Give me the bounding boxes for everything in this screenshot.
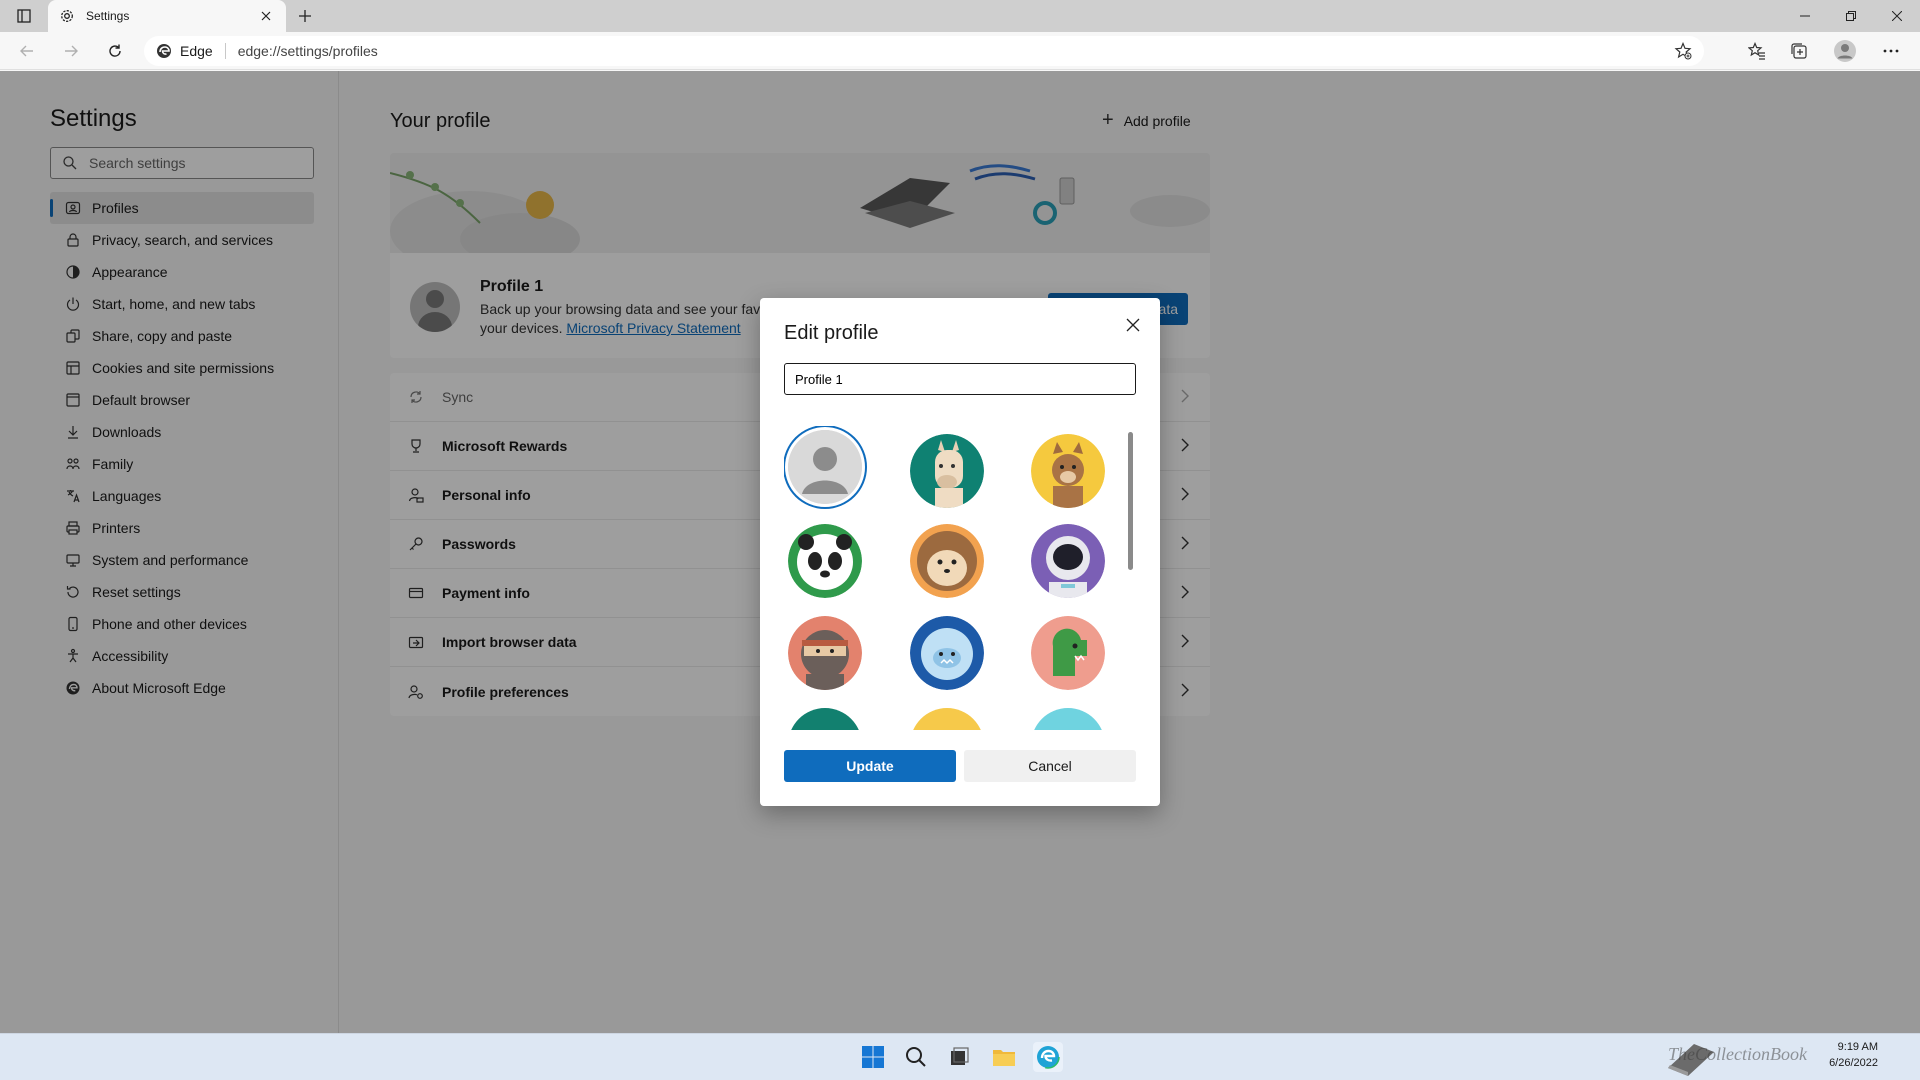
avatar-option-partial-2[interactable] (910, 708, 984, 730)
close-tab-icon[interactable] (256, 6, 276, 26)
favorites-icon (1748, 42, 1765, 60)
avatar-option-llama[interactable] (910, 434, 984, 508)
file-explorer-button[interactable] (989, 1042, 1019, 1072)
refresh-button[interactable] (100, 37, 130, 65)
edge-logo-icon (157, 44, 171, 58)
url-text[interactable]: edge://settings/profiles (238, 43, 378, 59)
cancel-button[interactable]: Cancel (964, 750, 1136, 782)
window-controls (1782, 0, 1920, 32)
start-button[interactable] (858, 1042, 888, 1072)
avatar-option-astronaut[interactable] (1031, 524, 1105, 598)
windows-logo-icon (862, 1046, 884, 1068)
edit-profile-dialog: Edit profile Profile 1 Update Cancel (760, 298, 1160, 806)
close-window-button[interactable] (1874, 0, 1920, 32)
avatar-picker (784, 426, 1120, 730)
gear-icon (58, 7, 76, 25)
avatar-option-ninja[interactable] (788, 616, 862, 690)
avatar-icon (1834, 40, 1856, 62)
add-favorite-icon[interactable] (1674, 41, 1692, 63)
tab-actions-button[interactable] (6, 4, 42, 28)
edge-logo-icon (1036, 1045, 1060, 1069)
close-icon[interactable] (1122, 314, 1144, 336)
avatar-option-yeti[interactable] (910, 616, 984, 690)
search-icon (906, 1047, 926, 1067)
clock-date: 6/26/2022 (1829, 1057, 1878, 1069)
clock-time: 9:19 AM (1837, 1041, 1878, 1053)
avatar-scrollbar[interactable] (1128, 432, 1133, 570)
avatar-option-cat[interactable] (1031, 434, 1105, 508)
favorites-button[interactable] (1740, 36, 1774, 66)
task-view-icon (951, 1047, 969, 1065)
avatar-option-hedgehog[interactable] (910, 524, 984, 598)
update-button[interactable]: Update (784, 750, 956, 782)
avatar-option-partial-3[interactable] (1031, 708, 1105, 730)
profile-name-input[interactable] (784, 363, 1136, 395)
avatar-option-default[interactable] (788, 430, 862, 504)
address-separator (224, 43, 226, 59)
folder-icon (993, 1050, 1015, 1066)
forward-arrow-icon (65, 45, 78, 57)
address-bar[interactable]: Edge edge://settings/profiles (144, 36, 1704, 66)
new-tab-button[interactable] (292, 4, 318, 28)
task-view-button[interactable] (944, 1042, 974, 1072)
watermark-text: TheCollectionBook (1668, 1044, 1807, 1064)
restore-button[interactable] (1828, 0, 1874, 32)
profile-button[interactable] (1828, 36, 1862, 66)
collections-button[interactable] (1782, 36, 1816, 66)
back-button[interactable] (12, 37, 42, 65)
back-arrow-icon (20, 45, 33, 57)
title-bar: Settings (0, 0, 1920, 32)
site-label: Edge (180, 43, 213, 59)
collections-icon (1791, 43, 1807, 59)
refresh-icon (109, 44, 121, 57)
tab-title: Settings (86, 9, 130, 23)
browser-toolbar: Edge edge://settings/profiles (0, 32, 1920, 70)
forward-button[interactable] (56, 37, 86, 65)
tab-actions-icon (17, 9, 31, 23)
system-clock[interactable]: 9:19 AM 6/26/2022 (1818, 1039, 1878, 1071)
avatar-option-panda[interactable] (788, 524, 862, 598)
taskbar: TheCollectionBook 9:19 AM 6/26/2022 (0, 1033, 1920, 1080)
taskbar-search-button[interactable] (901, 1042, 931, 1072)
avatar-option-partial-1[interactable] (788, 708, 862, 730)
dialog-title: Edit profile (784, 322, 879, 344)
tab-settings[interactable]: Settings (48, 0, 286, 32)
ellipsis-icon (1883, 49, 1899, 53)
plus-icon (299, 10, 311, 22)
edge-taskbar-button[interactable] (1033, 1042, 1063, 1072)
more-menu-button[interactable] (1874, 36, 1908, 66)
minimize-button[interactable] (1782, 0, 1828, 32)
avatar-option-dinosaur[interactable] (1031, 616, 1105, 690)
